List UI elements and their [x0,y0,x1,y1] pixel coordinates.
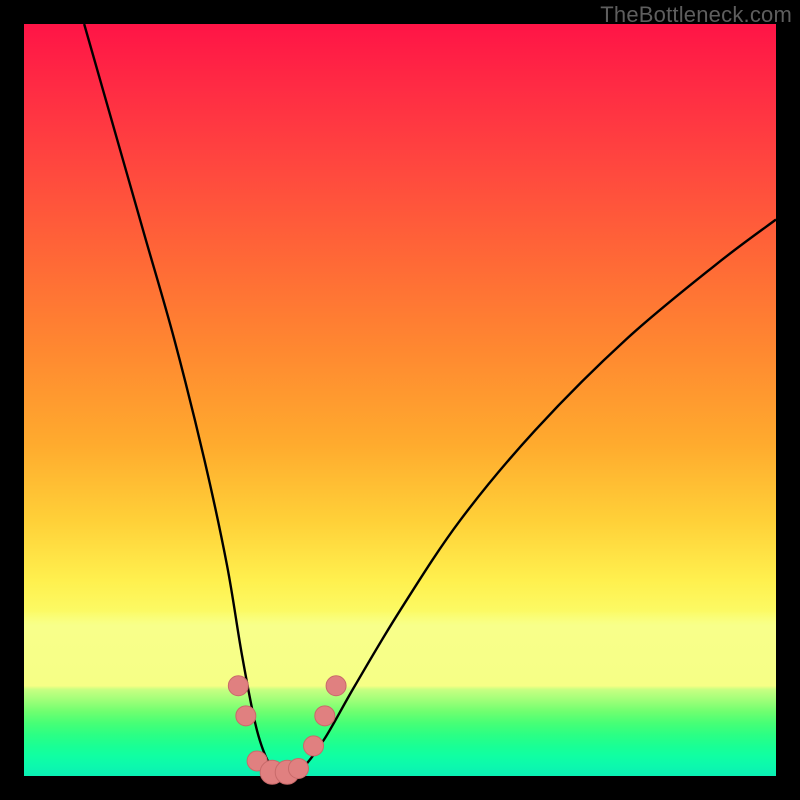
marker-dot [288,758,308,778]
watermark-text: TheBottleneck.com [600,2,792,28]
marker-dot [228,676,248,696]
marker-dot [315,706,335,726]
bottleneck-curve-path [84,24,776,776]
marker-dot [326,676,346,696]
marker-dot [236,706,256,726]
marker-dot [304,736,324,756]
chart-svg [24,24,776,776]
marker-group [228,676,346,784]
outer-frame: TheBottleneck.com [0,0,800,800]
